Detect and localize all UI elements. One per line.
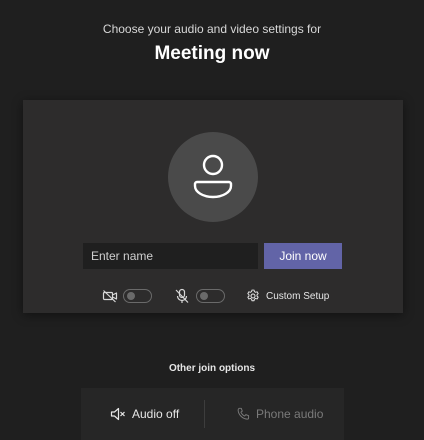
audio-off-button[interactable]: Audio off [110,404,179,424]
prejoin-subtitle: Choose your audio and video settings for [102,22,322,36]
mic-off-icon [175,288,189,303]
camera-toggle[interactable] [123,289,152,303]
name-input[interactable] [83,243,258,269]
audio-off-label: Audio off [132,407,180,421]
phone-audio-button[interactable]: Phone audio [236,404,323,424]
phone-audio-label: Phone audio [256,407,324,421]
camera-off-icon [102,290,118,303]
speaker-off-icon [110,407,125,421]
mic-toggle-knob [200,292,208,300]
custom-setup-button[interactable]: Custom Setup [246,286,329,306]
meeting-title: Meeting now [154,43,270,64]
device-controls: Custom Setup [23,286,403,306]
mic-toggle[interactable] [196,289,225,303]
gear-icon [247,289,259,302]
other-join-options-title: Other join options [168,363,256,374]
person-icon [193,154,233,199]
join-now-button[interactable]: Join now [264,243,342,269]
prejoin-screen: Choose your audio and video settings for… [0,0,424,440]
camera-toggle-knob [127,292,135,300]
avatar [168,132,258,222]
preview-panel: Join now [23,100,403,313]
other-join-options: Audio off Phone audio [81,388,344,440]
phone-icon [237,407,250,420]
custom-setup-label: Custom Setup [266,290,330,302]
options-divider [204,400,205,428]
